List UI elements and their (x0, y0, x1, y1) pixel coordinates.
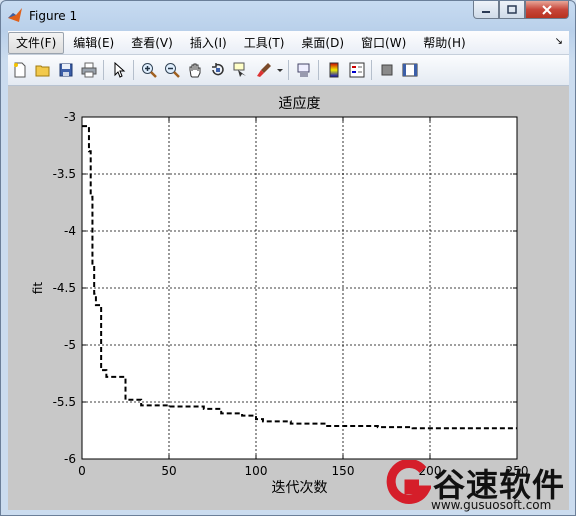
toolbar-separator (371, 60, 372, 80)
zoom-out-button[interactable] (160, 59, 183, 81)
y-tick-label: -5 (64, 338, 76, 352)
chart-title: 适应度 (279, 95, 321, 112)
pan-button[interactable] (183, 59, 206, 81)
minimize-button[interactable] (473, 1, 499, 19)
x-axis-label: 迭代次数 (272, 480, 328, 496)
dock-arrow-icon[interactable]: ↘ (555, 36, 563, 47)
y-tick-label: -4 (64, 224, 76, 238)
menu-tools[interactable]: 工具(T) (236, 32, 293, 54)
link-plot-button[interactable] (292, 59, 315, 81)
x-tick-label: 50 (161, 464, 176, 478)
zoom-out-icon (164, 63, 180, 78)
show-plot-tools-icon (402, 63, 417, 77)
toolbar (8, 55, 569, 86)
y-tick-label: -4.5 (53, 281, 76, 295)
y-tick-label: -5.5 (53, 395, 76, 409)
close-button[interactable] (525, 1, 569, 19)
zoom-in-icon (141, 63, 157, 78)
x-tick-label: 0 (78, 464, 86, 478)
print-button[interactable] (77, 59, 100, 81)
menu-bar: 文件(F) 编辑(E) 查看(V) 插入(I) 工具(T) 桌面(D) 窗口(W… (8, 31, 569, 55)
data-cursor-button[interactable] (229, 59, 252, 81)
toolbar-separator (318, 60, 319, 80)
legend-icon (349, 62, 364, 78)
close-icon (542, 4, 552, 15)
zoom-in-button[interactable] (137, 59, 160, 81)
toolbar-separator (288, 60, 289, 80)
toolbar-separator (103, 60, 104, 80)
edit-plot-arrow-icon (114, 62, 125, 78)
hide-plot-tools-button[interactable] (375, 59, 398, 81)
figure-window: Figure 1 文件(F) 编辑(E) 查看(V) 插入(I) 工具(T) 桌… (0, 0, 576, 516)
menu-view[interactable]: 查看(V) (123, 32, 181, 54)
y-axis-label: fit (31, 282, 45, 295)
rotate-3d-icon (211, 63, 224, 76)
x-tick-label: 150 (332, 464, 355, 478)
window-title: Figure 1 (29, 9, 78, 23)
open-file-button[interactable] (31, 59, 54, 81)
new-figure-icon (13, 62, 25, 78)
watermark-logo-icon (386, 460, 431, 504)
chevron-down-icon (277, 69, 283, 72)
data-cursor-icon (233, 62, 246, 77)
menu-window[interactable]: 窗口(W) (353, 32, 414, 54)
maximize-icon (507, 4, 517, 14)
link-plot-icon (297, 63, 309, 77)
title-bar[interactable]: Figure 1 (1, 1, 575, 31)
new-figure-button[interactable] (8, 59, 31, 81)
y-tick-label: -3 (64, 110, 76, 124)
figure-canvas: 0 50 100 150 200 250 -3 -3.5 -4 -4.5 -5 -5.5 -6 适应度 迭代… (8, 86, 569, 510)
menu-insert[interactable]: 插入(I) (182, 32, 235, 54)
watermark: 谷速软件 www.gusuosoft.com (383, 458, 573, 514)
brush-button[interactable] (252, 59, 275, 81)
rotate-3d-button[interactable] (206, 59, 229, 81)
menu-file[interactable]: 文件(F) (8, 31, 65, 54)
save-button[interactable] (54, 59, 77, 81)
fitness-chart[interactable]: 0 50 100 150 200 250-3-3.5-4-4.5-5-5.5-6适应度迭代… (8, 86, 569, 510)
minimize-icon (482, 10, 490, 13)
menu-desktop[interactable]: 桌面(D) (293, 32, 352, 54)
matlab-logo-icon (7, 7, 23, 23)
open-file-icon (35, 65, 49, 77)
pan-hand-icon (189, 63, 200, 78)
y-tick-label: -6 (64, 452, 76, 466)
menu-help[interactable]: 帮助(H) (415, 32, 473, 54)
x-tick-label: 100 (245, 464, 268, 478)
hide-plot-tools-icon (381, 64, 392, 76)
brush-dropdown[interactable] (275, 59, 285, 81)
colorbar-icon (329, 62, 338, 78)
menu-edit[interactable]: 编辑(E) (65, 32, 122, 54)
save-icon (59, 63, 72, 77)
toolbar-separator (133, 60, 134, 80)
maximize-button[interactable] (499, 1, 525, 19)
show-plot-tools-button[interactable] (398, 59, 421, 81)
watermark-url: www.gusuosoft.com (431, 498, 552, 512)
legend-button[interactable] (345, 59, 368, 81)
print-icon (81, 62, 96, 78)
colorbar-button[interactable] (322, 59, 345, 81)
y-tick-label: -3.5 (53, 167, 76, 181)
edit-plot-button[interactable] (107, 59, 130, 81)
brush-icon (256, 63, 271, 77)
